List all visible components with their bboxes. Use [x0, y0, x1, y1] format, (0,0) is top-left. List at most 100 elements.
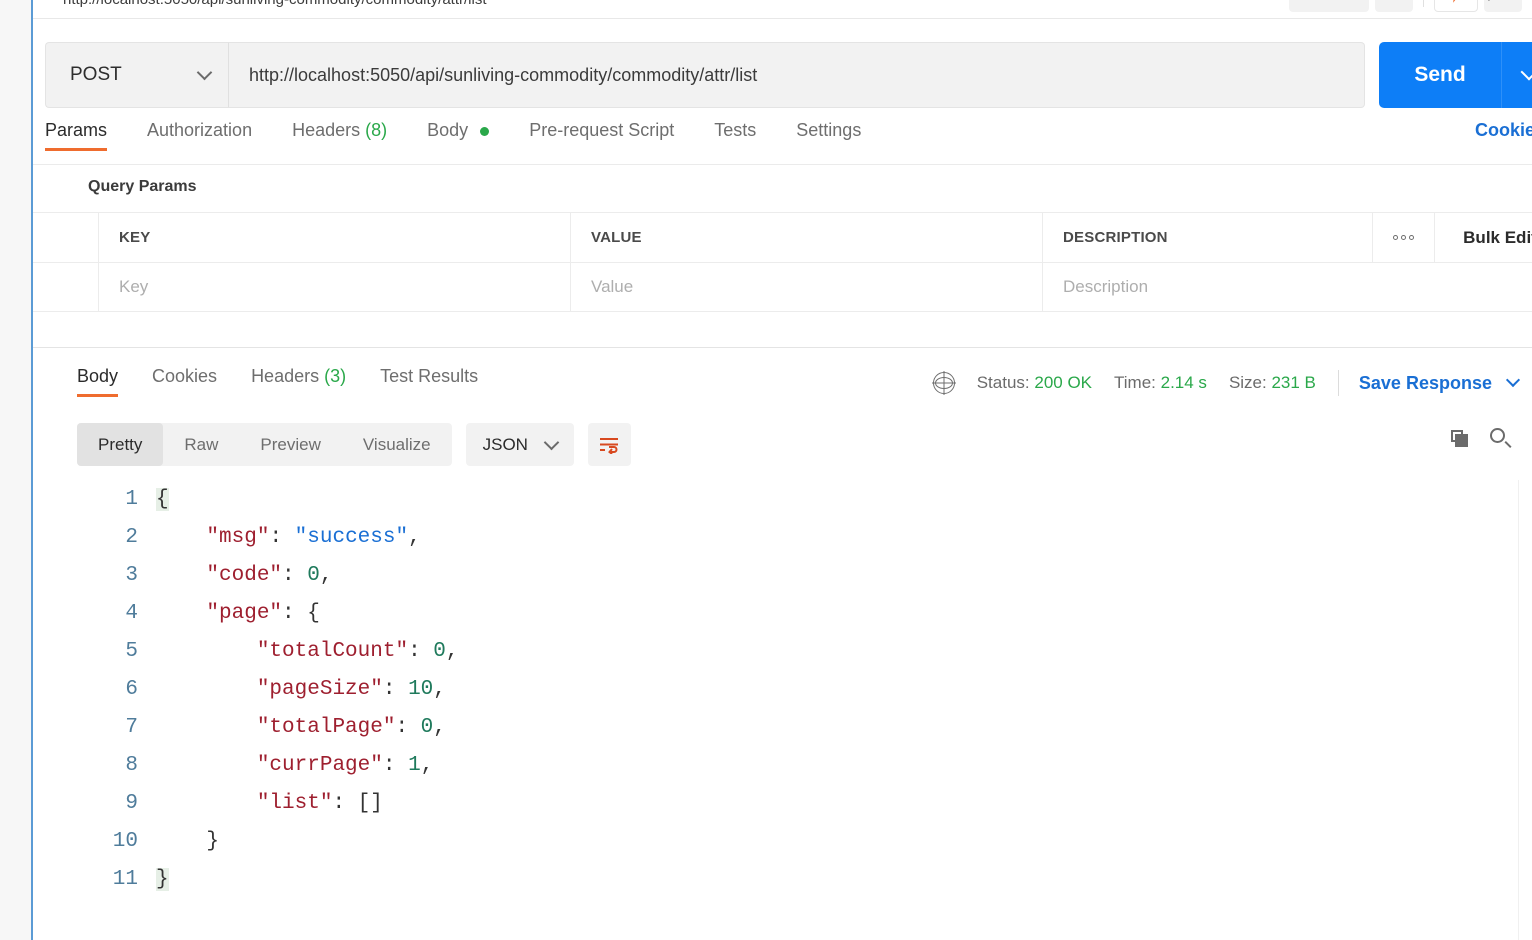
chevron-down-icon: [1505, 372, 1521, 387]
response-format-select[interactable]: JSON: [465, 423, 574, 466]
code-token: "list": [256, 791, 333, 815]
line-number: 11: [112, 867, 138, 891]
code-text: {: [156, 487, 169, 511]
time-badge: Time: 2.14 s: [1114, 373, 1207, 393]
tab-settings-label: Settings: [796, 120, 862, 140]
response-scrollbar-track[interactable]: [1518, 480, 1532, 940]
view-mode-visualize[interactable]: Visualize: [342, 423, 452, 466]
line-number: 10: [112, 829, 138, 853]
response-tab-cookies[interactable]: Cookies: [152, 366, 217, 397]
tab-pre-request-script[interactable]: Pre-request Script: [529, 120, 674, 151]
chevron-down-icon: [1520, 63, 1532, 81]
code-token: :: [282, 601, 308, 625]
line-number: 4: [125, 601, 138, 625]
query-params-table: KEY VALUE DESCRIPTION Bulk Edit Key Valu…: [33, 212, 1532, 312]
tab-headers[interactable]: Headers (8): [292, 120, 387, 151]
status-label: Status:: [976, 373, 1030, 392]
line-number: 5: [125, 639, 138, 663]
code-line: 7 "totalPage": 0,: [66, 708, 1532, 746]
code-token: {: [156, 487, 169, 511]
response-tab-headers-count: (3): [324, 366, 347, 386]
row-checkbox-cell[interactable]: [33, 263, 99, 311]
save-dropdown-button[interactable]: [1375, 0, 1413, 12]
save-response-button[interactable]: Save Response: [1359, 372, 1521, 394]
response-body-viewer[interactable]: 1{2 "msg": "success", 3 "code": 0, 4 "page…: [66, 480, 1532, 920]
code-token: 0: [433, 639, 446, 663]
view-mode-preview[interactable]: Preview: [239, 423, 341, 466]
code-line: 11}: [66, 860, 1532, 898]
select-all-checkbox-cell[interactable]: [33, 213, 99, 262]
param-description-input[interactable]: Description: [1043, 263, 1532, 311]
param-value-input[interactable]: Value: [571, 263, 1043, 311]
code-token: 0: [307, 563, 320, 587]
view-mode-raw[interactable]: Raw: [163, 423, 239, 466]
cookies-link[interactable]: Cookies: [1475, 120, 1532, 141]
line-number: 1: [125, 487, 138, 511]
line-number: 9: [125, 791, 138, 815]
url-input[interactable]: http://localhost:5050/api/sunliving-comm…: [228, 42, 1365, 108]
code-token: "currPage": [256, 753, 383, 777]
code-text: "code": 0,: [156, 564, 332, 587]
search-icon[interactable]: [1490, 428, 1512, 448]
code-token: "page": [206, 601, 283, 625]
response-body-actions: [1451, 428, 1512, 448]
tab-headers-label: Headers: [292, 120, 361, 140]
status-badge: Status: 200 OK: [977, 373, 1092, 393]
response-tab-body[interactable]: Body: [77, 366, 119, 397]
main-content: http://localhost:5050/api/sunliving-comm…: [33, 0, 1532, 940]
code-line: 9 "list": []: [66, 784, 1532, 822]
code-token: :: [395, 715, 421, 739]
copy-icon[interactable]: [1451, 429, 1468, 447]
chevron-down-icon: [196, 64, 213, 81]
tab-tests[interactable]: Tests: [714, 120, 756, 151]
code-token: ,: [433, 677, 446, 701]
code-token: :: [408, 639, 434, 663]
column-header-key: KEY: [119, 229, 151, 246]
response-view-toolbar: Pretty Raw Preview Visualize JSON: [77, 423, 631, 466]
param-key-input[interactable]: Key: [99, 263, 571, 311]
code-token: {: [307, 601, 320, 625]
wrap-lines-button[interactable]: [587, 423, 631, 466]
tab-body[interactable]: Body: [427, 120, 490, 151]
code-token: :: [332, 791, 358, 815]
code-token: ,: [445, 639, 459, 663]
request-tab-title[interactable]: http://localhost:5050/api/sunliving-comm…: [63, 0, 487, 8]
view-mode-pretty[interactable]: Pretty: [77, 423, 164, 466]
comment-button[interactable]: [1484, 0, 1522, 12]
code-token: "totalCount": [256, 639, 409, 663]
code-token: :: [269, 525, 295, 549]
query-params-label: Query Params: [88, 178, 197, 195]
code-line: 6 "pageSize": 10,: [66, 670, 1532, 708]
code-text: "totalPage": 0,: [156, 716, 446, 739]
tab-settings[interactable]: Settings: [796, 120, 861, 151]
runner-button[interactable]: [1434, 0, 1478, 12]
response-tab-test-results[interactable]: Test Results: [380, 366, 478, 397]
bulk-edit-button[interactable]: Bulk Edit: [1435, 213, 1532, 262]
response-tab-headers-label: Headers: [251, 366, 320, 386]
send-options-button[interactable]: [1501, 42, 1532, 108]
tab-headers-count: (8): [365, 120, 388, 140]
http-method-select[interactable]: POST: [45, 42, 228, 108]
size-badge: Size: 231 B: [1229, 373, 1316, 393]
size-label: Size:: [1228, 373, 1267, 392]
line-number: 3: [125, 563, 138, 587]
code-token: "pageSize": [256, 677, 383, 701]
url-input-value: http://localhost:5050/api/sunliving-comm…: [249, 64, 758, 85]
time-value: 2.14 s: [1160, 373, 1207, 392]
send-button[interactable]: Send: [1379, 42, 1501, 108]
code-token: []: [357, 791, 383, 815]
tab-params[interactable]: Params: [45, 120, 108, 151]
more-options-button[interactable]: [1373, 213, 1435, 262]
response-tab-headers[interactable]: Headers (3): [251, 366, 346, 397]
lightning-icon: [1453, 0, 1456, 3]
send-button-group: Send: [1379, 42, 1532, 108]
save-button[interactable]: Save: [1288, 0, 1369, 12]
comment-icon: [1488, 0, 1491, 1]
line-number: 7: [125, 715, 138, 739]
tab-authorization[interactable]: Authorization: [147, 120, 252, 151]
status-value: 200 OK: [1034, 373, 1093, 392]
meta-divider: [1337, 370, 1339, 396]
code-line: 8 "currPage": 1,: [66, 746, 1532, 784]
code-line: 1{: [66, 480, 1532, 518]
code-text: "page": {: [156, 601, 320, 625]
